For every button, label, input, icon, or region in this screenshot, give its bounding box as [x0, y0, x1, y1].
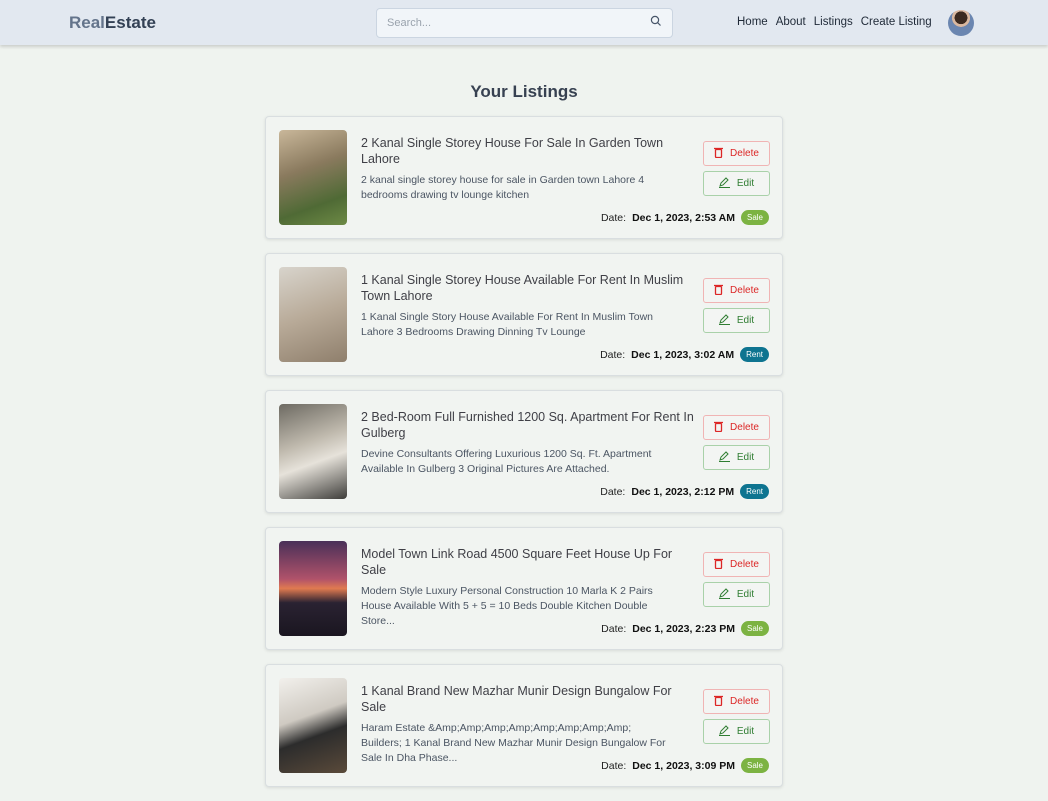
edit-button[interactable]: Edit: [703, 719, 770, 744]
type-badge: Sale: [740, 621, 769, 636]
nav-create-listing[interactable]: Create Listing: [861, 16, 932, 28]
pencil-icon: [718, 176, 730, 191]
listing-title[interactable]: 1 Kanal Brand New Mazhar Munir Design Bu…: [361, 683, 696, 715]
listing-title[interactable]: Model Town Link Road 4500 Square Feet Ho…: [361, 546, 696, 578]
listing-meta: Date: Dec 1, 2023, 3:09 PM Sale: [601, 758, 769, 773]
listing-description: 1 Kanal Single Story House Available For…: [361, 311, 654, 338]
trash-icon: [714, 558, 724, 572]
delete-button[interactable]: Delete: [703, 141, 770, 166]
listing-date: Dec 1, 2023, 3:02 AM: [631, 348, 735, 361]
listing-card[interactable]: Model Town Link Road 4500 Square Feet Ho…: [265, 527, 783, 650]
search-icon[interactable]: [650, 14, 662, 32]
listing-title[interactable]: 1 Kanal Single Storey House Available Fo…: [361, 272, 696, 304]
listing-meta: Date: Dec 1, 2023, 3:02 AM Rent: [600, 347, 769, 362]
listing-meta: Date: Dec 1, 2023, 2:23 PM Sale: [601, 621, 769, 636]
listing-card[interactable]: 1 Kanal Brand New Mazhar Munir Design Bu…: [265, 664, 783, 787]
edit-button[interactable]: Edit: [703, 171, 770, 196]
delete-button[interactable]: Delete: [703, 415, 770, 440]
listing-date: Dec 1, 2023, 2:12 PM: [631, 485, 735, 498]
type-badge: Sale: [740, 758, 769, 773]
nav-links: Home About Listings Create Listing: [737, 16, 932, 28]
nav-about[interactable]: About: [776, 16, 806, 28]
listing-description: Devine Consultants Offering Luxurious 12…: [361, 448, 652, 475]
trash-icon: [714, 695, 724, 709]
listing-title[interactable]: 2 Kanal Single Storey House For Sale In …: [361, 135, 696, 167]
listing-image[interactable]: [279, 678, 347, 773]
pencil-icon: [718, 587, 730, 602]
page-title: Your Listings: [470, 82, 578, 101]
listing-title[interactable]: 2 Bed-Room Full Furnished 1200 Sq. Apart…: [361, 409, 696, 441]
listing-date: Dec 1, 2023, 3:09 PM: [632, 759, 735, 772]
listing-meta: Date: Dec 1, 2023, 2:12 PM Rent: [600, 484, 769, 499]
trash-icon: [714, 284, 724, 298]
listing-image[interactable]: [279, 130, 347, 225]
search-bar: [376, 8, 673, 38]
search-input[interactable]: [387, 17, 650, 29]
edit-button[interactable]: Edit: [703, 445, 770, 470]
logo[interactable]: RealEstate: [69, 13, 156, 33]
listing-image[interactable]: [279, 267, 347, 362]
edit-button[interactable]: Edit: [703, 308, 770, 333]
edit-button[interactable]: Edit: [703, 582, 770, 607]
delete-button[interactable]: Delete: [703, 689, 770, 714]
nav-listings[interactable]: Listings: [814, 16, 853, 28]
top-navbar: RealEstate Home About Listings Create Li…: [0, 0, 1048, 45]
listing-image[interactable]: [279, 404, 347, 499]
delete-button[interactable]: Delete: [703, 552, 770, 577]
listing-date: Dec 1, 2023, 2:53 AM: [632, 211, 735, 224]
trash-icon: [714, 147, 724, 161]
pencil-icon: [718, 724, 730, 739]
listing-description: 2 kanal single storey house for sale in …: [361, 174, 645, 201]
type-badge: Rent: [740, 347, 769, 362]
listing-date: Dec 1, 2023, 2:23 PM: [632, 622, 735, 635]
listing-card[interactable]: 2 Bed-Room Full Furnished 1200 Sq. Apart…: [265, 390, 783, 513]
nav-home[interactable]: Home: [737, 16, 768, 28]
listings-list: 2 Kanal Single Storey House For Sale In …: [265, 116, 783, 801]
listing-card[interactable]: 2 Kanal Single Storey House For Sale In …: [265, 116, 783, 239]
pencil-icon: [718, 313, 730, 328]
delete-button[interactable]: Delete: [703, 278, 770, 303]
type-badge: Rent: [740, 484, 769, 499]
trash-icon: [714, 421, 724, 435]
pencil-icon: [718, 450, 730, 465]
listing-image[interactable]: [279, 541, 347, 636]
listing-card[interactable]: 1 Kanal Single Storey House Available Fo…: [265, 253, 783, 376]
avatar[interactable]: [948, 10, 974, 36]
listing-meta: Date: Dec 1, 2023, 2:53 AM Sale: [601, 210, 769, 225]
type-badge: Sale: [740, 210, 769, 225]
